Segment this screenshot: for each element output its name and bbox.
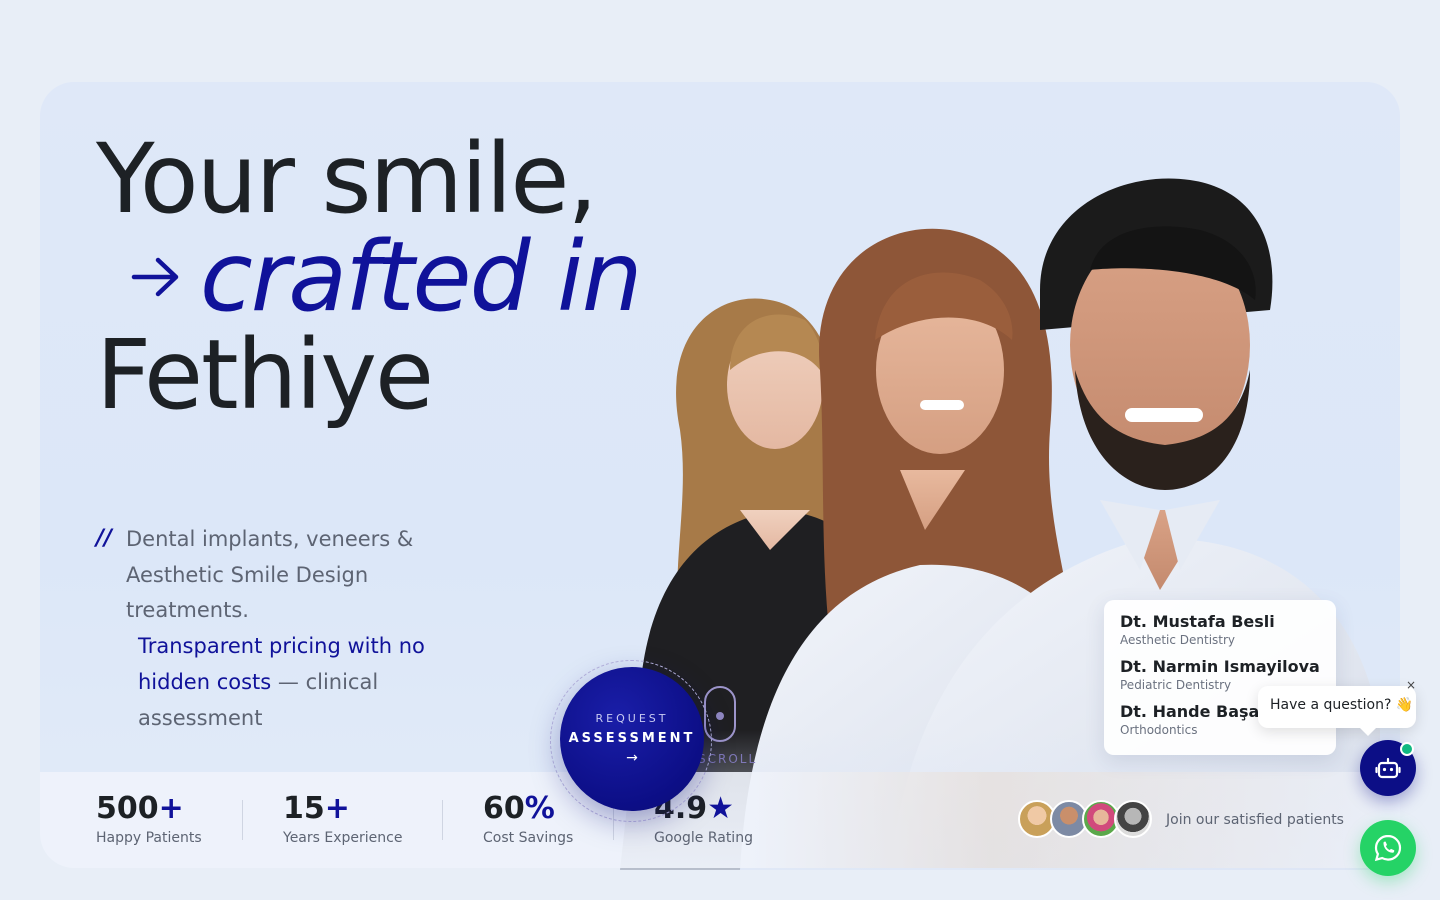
avatar xyxy=(1114,800,1152,838)
description-text: Dental implants, veneers & Aesthetic Smi… xyxy=(126,527,414,623)
headline-line-1: Your smile, xyxy=(96,123,598,235)
stat-value: 15 xyxy=(283,791,325,826)
stat-suffix: + xyxy=(158,791,184,826)
doctor-name: Dt. Narmin Ismayilova xyxy=(1120,657,1320,676)
whatsapp-icon xyxy=(1374,834,1402,862)
headline-line-2: crafted in xyxy=(96,221,643,333)
stat-label: Years Experience xyxy=(283,830,403,846)
stat-divider xyxy=(242,800,243,840)
doctors-card: Dt. Mustafa Besli Aesthetic Dentistry Dt… xyxy=(1104,600,1336,755)
arrow-right-icon xyxy=(131,257,179,297)
cta-big-label: ASSESSMENT xyxy=(568,731,696,746)
doctor-entry: Dt. Mustafa Besli Aesthetic Dentistry xyxy=(1120,612,1320,647)
stat-label: Google Rating xyxy=(654,830,753,846)
stat-suffix: % xyxy=(524,791,555,826)
social-proof-text: Join our satisfied patients xyxy=(1166,812,1344,828)
stat-label: Happy Patients xyxy=(96,830,202,846)
stat-suffix: + xyxy=(324,791,350,826)
stat-savings: 60% Cost Savings xyxy=(483,791,574,847)
hero-headline: Your smile, crafted in Fethiye xyxy=(96,123,643,431)
patient-avatars xyxy=(1018,800,1158,840)
headline-line-3: Fethiye xyxy=(96,319,434,431)
stat-patients: 500+ Happy Patients xyxy=(96,791,202,847)
description-pricing: Transparent pricing with no hidden costs… xyxy=(96,629,476,736)
robot-icon xyxy=(1375,757,1401,779)
quote-slash: // xyxy=(96,526,113,551)
cta-small-label: REQUEST xyxy=(595,712,669,725)
headline-accent: crafted in xyxy=(200,221,643,333)
online-status-dot xyxy=(1400,742,1414,756)
scroll-dot xyxy=(716,712,724,720)
doctor-specialty: Aesthetic Dentistry xyxy=(1120,633,1236,647)
chat-prompt-bubble[interactable]: Have a question? 👋 xyxy=(1258,686,1416,736)
doctor-name: Dt. Mustafa Besli xyxy=(1120,612,1275,631)
stat-experience: 15+ Years Experience xyxy=(283,791,403,847)
request-assessment-button[interactable]: REQUEST ASSESSMENT → xyxy=(560,667,704,811)
stat-divider xyxy=(442,800,443,840)
arrow-right-icon: → xyxy=(626,750,638,766)
stat-value: 500 xyxy=(96,791,159,826)
stat-label: Cost Savings xyxy=(483,830,574,846)
close-icon[interactable]: × xyxy=(1406,678,1416,692)
whatsapp-button[interactable] xyxy=(1360,820,1416,876)
hero-description: // Dental implants, veneers & Aesthetic … xyxy=(96,522,476,736)
star-icon: ★ xyxy=(707,791,735,826)
stat-value: 60 xyxy=(483,791,525,826)
